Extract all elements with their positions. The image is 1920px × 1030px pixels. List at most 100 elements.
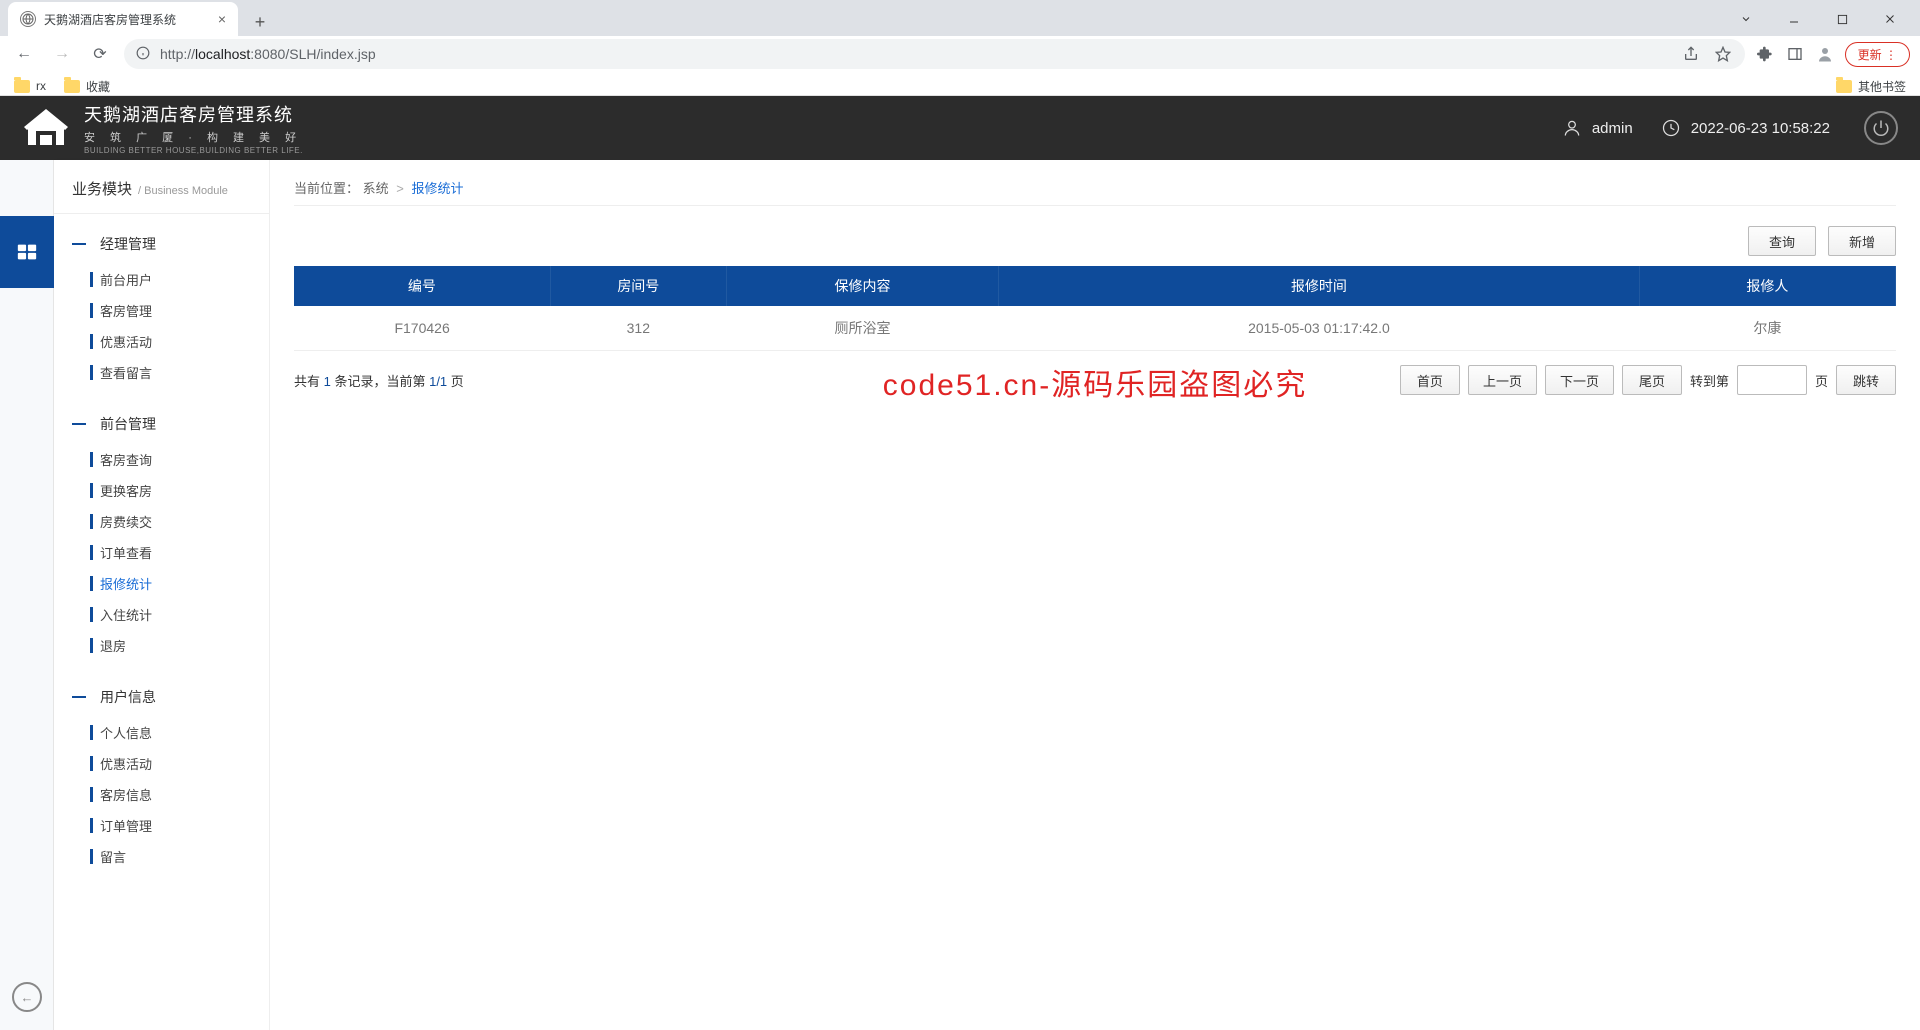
jump-unit: 页: [1815, 371, 1828, 390]
share-icon[interactable]: [1681, 44, 1701, 64]
table-cell: 厕所浴室: [726, 306, 998, 351]
sidebar-item[interactable]: 客房信息: [54, 779, 269, 810]
dash-icon: [72, 243, 86, 245]
browser-chrome: 天鹅湖酒店客房管理系统 × + ← → ⟳ http://localhost:8…: [0, 0, 1920, 96]
page-input[interactable]: [1737, 365, 1807, 395]
browser-tab[interactable]: 天鹅湖酒店客房管理系统 ×: [8, 2, 238, 36]
back-button[interactable]: ←: [10, 40, 38, 68]
sidebar-item[interactable]: 查看留言: [54, 357, 269, 388]
forward-button[interactable]: →: [48, 40, 76, 68]
next-page-button[interactable]: 下一页: [1545, 365, 1614, 395]
sidebar-item[interactable]: 优惠活动: [54, 748, 269, 779]
query-button[interactable]: 查询: [1748, 226, 1816, 256]
table-header: 编号: [294, 266, 550, 306]
last-page-button[interactable]: 尾页: [1622, 365, 1682, 395]
star-icon[interactable]: [1713, 44, 1733, 64]
app-header: 天鹅湖酒店客房管理系统 安 筑 广 厦 · 构 建 美 好 BUILDING B…: [0, 96, 1920, 160]
table-header: 报修人: [1639, 266, 1895, 306]
sidebar-section-title[interactable]: 用户信息: [54, 679, 269, 715]
sidebar-item[interactable]: 前台用户: [54, 264, 269, 295]
url-input[interactable]: http://localhost:8080/SLH/index.jsp: [124, 39, 1745, 69]
new-tab-button[interactable]: +: [246, 8, 274, 36]
breadcrumb-current: 报修统计: [412, 181, 464, 196]
pager-info: 共有 1 条记录，当前第 1/1 页: [294, 371, 464, 390]
back-circle-button[interactable]: ←: [12, 982, 42, 1012]
toolbar: 查询 新增: [294, 226, 1896, 256]
prev-page-button[interactable]: 上一页: [1468, 365, 1537, 395]
power-button[interactable]: [1864, 111, 1898, 145]
tab-title: 天鹅湖酒店客房管理系统: [44, 11, 176, 28]
mini-active-module[interactable]: [0, 216, 54, 288]
sidebar-section-title[interactable]: 前台管理: [54, 406, 269, 442]
dash-icon: [72, 423, 86, 425]
sidebar-item[interactable]: 留言: [54, 841, 269, 872]
sidebar-item[interactable]: 更换客房: [54, 475, 269, 506]
sidebar-item[interactable]: 订单管理: [54, 810, 269, 841]
house-icon: [22, 107, 70, 149]
table-cell: 2015-05-03 01:17:42.0: [999, 306, 1640, 351]
sidebar-item[interactable]: 客房管理: [54, 295, 269, 326]
side-panel-icon[interactable]: [1785, 44, 1805, 64]
sidebar-section-title[interactable]: 经理管理: [54, 226, 269, 262]
user-icon: [1562, 118, 1582, 138]
app-body: ← 业务模块 / Business Module 经理管理前台用户客房管理优惠活…: [0, 160, 1920, 1030]
close-window-icon[interactable]: [1868, 4, 1912, 34]
update-button[interactable]: 更新 ⋮: [1845, 42, 1910, 67]
profile-icon[interactable]: [1815, 44, 1835, 64]
info-icon: [136, 46, 150, 63]
user-info[interactable]: admin: [1562, 118, 1633, 138]
reload-button[interactable]: ⟳: [86, 40, 114, 68]
sidebar-item[interactable]: 房费续交: [54, 506, 269, 537]
first-page-button[interactable]: 首页: [1400, 365, 1460, 395]
bookmark-item[interactable]: 收藏: [64, 78, 110, 95]
breadcrumb-root[interactable]: 系统: [363, 181, 389, 196]
globe-icon: [20, 11, 36, 27]
url-text: http://localhost:8080/SLH/index.jsp: [160, 46, 376, 62]
table-cell: 312: [550, 306, 726, 351]
sidebar-item[interactable]: 订单查看: [54, 537, 269, 568]
maximize-icon[interactable]: [1820, 4, 1864, 34]
tab-strip: 天鹅湖酒店客房管理系统 × +: [0, 0, 1920, 36]
window-controls: [1724, 2, 1920, 36]
datetime-text: 2022-06-23 10:58:22: [1691, 120, 1830, 137]
content-area: 当前位置： 系统 > 报修统计 查询 新增 编号房间号保修内容报修时间报修人 F…: [270, 160, 1920, 1030]
datetime: 2022-06-23 10:58:22: [1661, 118, 1830, 138]
jump-label: 转到第: [1690, 371, 1729, 390]
go-button[interactable]: 跳转: [1836, 365, 1896, 395]
table-header: 报修时间: [999, 266, 1640, 306]
sidebar-item[interactable]: 个人信息: [54, 717, 269, 748]
address-bar: ← → ⟳ http://localhost:8080/SLH/index.js…: [0, 36, 1920, 72]
table-cell: F170426: [294, 306, 550, 351]
username: admin: [1592, 120, 1633, 137]
clock-icon: [1661, 118, 1681, 138]
close-icon[interactable]: ×: [218, 11, 226, 27]
extensions-icon[interactable]: [1755, 44, 1775, 64]
app-subtitle-en: BUILDING BETTER HOUSE,BUILDING BETTER LI…: [84, 146, 303, 155]
pagination: 共有 1 条记录，当前第 1/1 页 首页 上一页 下一页 尾页 转到第 页 跳…: [294, 365, 1896, 395]
folder-icon: [64, 80, 80, 93]
table-header: 房间号: [550, 266, 726, 306]
logo: 天鹅湖酒店客房管理系统 安 筑 广 厦 · 构 建 美 好 BUILDING B…: [22, 101, 303, 155]
minimize-icon[interactable]: [1772, 4, 1816, 34]
sidebar-item[interactable]: 入住统计: [54, 599, 269, 630]
chevron-down-icon[interactable]: [1724, 4, 1768, 34]
other-bookmarks[interactable]: 其他书签: [1836, 78, 1906, 95]
sidebar-item[interactable]: 优惠活动: [54, 326, 269, 357]
table-cell: 尔康: [1639, 306, 1895, 351]
sidebar-item[interactable]: 客房查询: [54, 444, 269, 475]
table-row[interactable]: F170426312厕所浴室2015-05-03 01:17:42.0尔康: [294, 306, 1896, 351]
table-header: 保修内容: [726, 266, 998, 306]
app-subtitle: 安 筑 广 厦 · 构 建 美 好: [84, 129, 303, 145]
bookmark-item[interactable]: rx: [14, 79, 46, 93]
sidebar-mini: ←: [0, 160, 54, 1030]
dash-icon: [72, 696, 86, 698]
breadcrumb: 当前位置： 系统 > 报修统计: [294, 178, 1896, 206]
sidebar: 业务模块 / Business Module 经理管理前台用户客房管理优惠活动查…: [54, 160, 270, 1030]
folder-icon: [1836, 80, 1852, 93]
sidebar-item[interactable]: 退房: [54, 630, 269, 661]
data-table: 编号房间号保修内容报修时间报修人 F170426312厕所浴室2015-05-0…: [294, 266, 1896, 351]
sidebar-header: 业务模块 / Business Module: [54, 178, 269, 214]
add-button[interactable]: 新增: [1828, 226, 1896, 256]
app-title: 天鹅湖酒店客房管理系统: [84, 101, 303, 127]
sidebar-item[interactable]: 报修统计: [54, 568, 269, 599]
